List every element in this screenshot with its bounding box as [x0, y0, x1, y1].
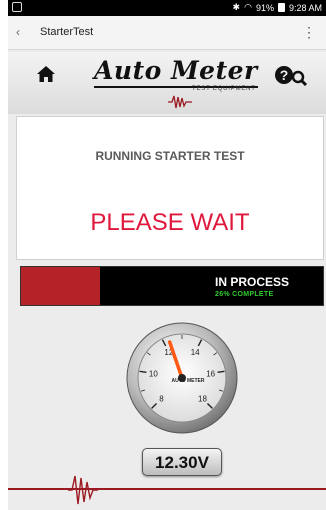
clock: 9:28 AM	[288, 2, 322, 13]
brand-header: Auto Meter TEST EQUIPMENT ?	[8, 52, 326, 114]
overflow-menu-icon[interactable]: ⋮	[302, 24, 316, 41]
brand-subtitle: TEST EQUIPMENT	[192, 86, 256, 92]
gauge-tick-label: 16	[206, 369, 215, 378]
message-panel: RUNNING STARTER TEST PLEASE WAIT	[16, 116, 324, 260]
gauge-tick-label: 8	[159, 395, 164, 404]
voltage-readout: 12.30V	[142, 448, 222, 476]
footer-rule	[8, 488, 326, 490]
brand-logo: Auto Meter	[94, 56, 258, 85]
progress-percent-complete: 26% COMPLETE	[215, 291, 274, 298]
back-icon[interactable]: ‹	[16, 25, 20, 39]
home-icon[interactable]	[36, 64, 56, 84]
battery-icon	[277, 3, 285, 12]
help-search-icon[interactable]: ?	[274, 64, 308, 86]
battery-percent: 91%	[255, 2, 274, 13]
running-test-message: RUNNING STARTER TEST	[95, 149, 245, 163]
title-bar: ‹ StarterTest ⋮	[8, 16, 326, 50]
gauge-tick-label: 14	[191, 348, 200, 357]
progress-bar: IN PROCESS 26% COMPLETE	[20, 266, 324, 306]
page-title: StarterTest	[40, 26, 94, 38]
notification-icon	[12, 2, 22, 12]
voltage-value: 12.30V	[155, 453, 209, 472]
please-wait-message: PLEASE WAIT	[90, 209, 250, 236]
voltage-gauge: 81012 141618 AUTO METER	[126, 322, 238, 434]
svg-text:?: ?	[280, 67, 289, 83]
bluetooth-icon: ✱	[232, 2, 241, 12]
gauge-brand: AUTO METER	[172, 378, 205, 384]
status-bar: ✱ ◠ 91% 9:28 AM	[8, 0, 326, 16]
wifi-icon: ◠	[244, 2, 252, 12]
gauge-tick-label: 10	[149, 369, 158, 378]
gauge-tick-label: 18	[198, 395, 207, 404]
progress-fill	[21, 267, 100, 305]
brand-signal-mark-icon	[168, 95, 192, 109]
app-screen: ✱ ◠ 91% 9:28 AM ‹ StarterTest ⋮ Auto Met…	[8, 0, 326, 510]
footer-signal-mark-icon	[68, 475, 98, 505]
gauge-hub	[178, 374, 186, 382]
progress-status: IN PROCESS	[215, 275, 290, 289]
